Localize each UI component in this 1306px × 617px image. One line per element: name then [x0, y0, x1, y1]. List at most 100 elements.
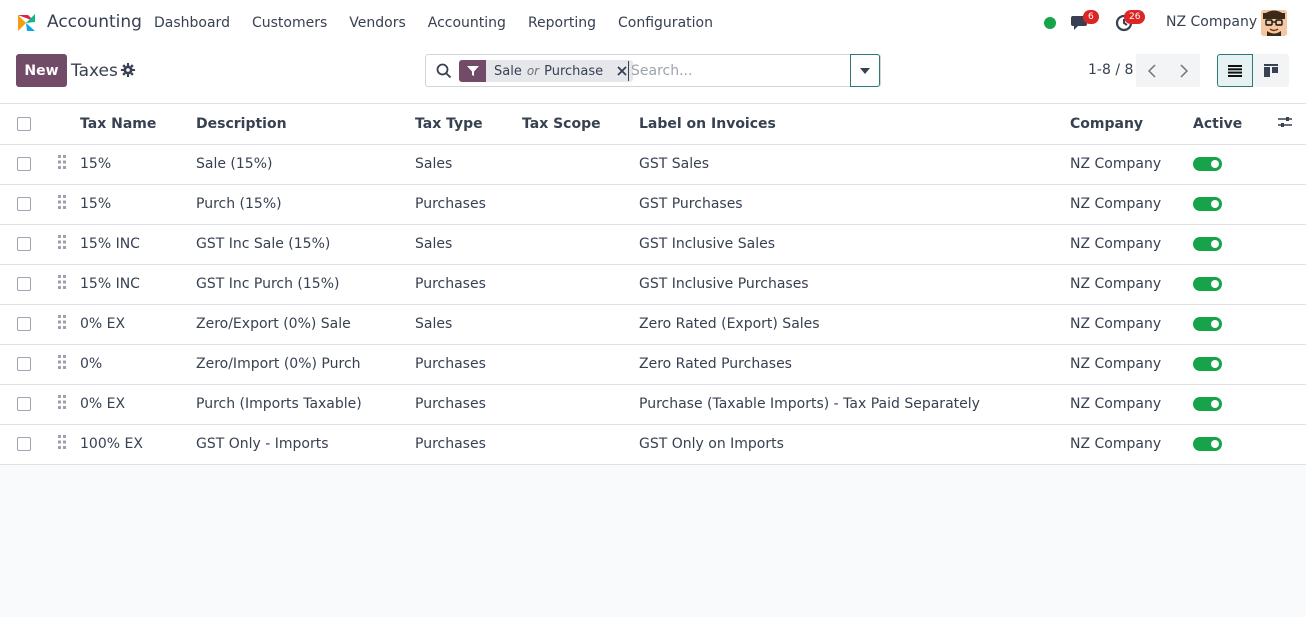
cell-tax-name[interactable]: 15%: [80, 144, 196, 185]
cell-tax-type[interactable]: Purchases: [415, 384, 522, 425]
pager-value[interactable]: 1-8 / 8: [1088, 62, 1133, 78]
cell-company[interactable]: NZ Company: [1070, 344, 1193, 385]
cell-label[interactable]: GST Purchases: [639, 184, 1070, 225]
row-checkbox[interactable]: [17, 197, 31, 211]
search-options-toggle[interactable]: [850, 54, 880, 87]
drag-handle-icon[interactable]: [58, 275, 66, 289]
cell-description[interactable]: Zero/Export (0%) Sale: [196, 304, 415, 345]
active-toggle[interactable]: [1193, 437, 1222, 451]
menu-item-accounting[interactable]: Accounting: [417, 0, 517, 46]
cell-description[interactable]: GST Inc Sale (15%): [196, 224, 415, 265]
cell-tax-scope[interactable]: [522, 224, 639, 265]
cell-description[interactable]: Purch (15%): [196, 184, 415, 225]
menu-item-configuration[interactable]: Configuration: [607, 0, 724, 46]
cell-tax-type[interactable]: Sales: [415, 304, 522, 345]
cell-company[interactable]: NZ Company: [1070, 224, 1193, 265]
drag-handle-icon[interactable]: [58, 315, 66, 329]
header-description[interactable]: Description: [196, 104, 415, 145]
cell-tax-name[interactable]: 15% INC: [80, 224, 196, 265]
table-row[interactable]: 0% EX Purch (Imports Taxable) Purchases Pur…: [0, 384, 1306, 425]
active-toggle[interactable]: [1193, 357, 1222, 371]
active-toggle[interactable]: [1193, 197, 1222, 211]
kanban-view-button[interactable]: [1253, 54, 1289, 87]
select-all-checkbox[interactable]: [17, 116, 31, 131]
header-active[interactable]: Active: [1193, 104, 1278, 145]
cell-label[interactable]: GST Sales: [639, 144, 1070, 185]
cell-tax-name[interactable]: 15% INC: [80, 264, 196, 305]
user-avatar[interactable]: [1261, 10, 1287, 36]
cell-tax-type[interactable]: Purchases: [415, 424, 522, 465]
accounting-logo-icon[interactable]: [16, 12, 37, 33]
header-company[interactable]: Company: [1070, 104, 1193, 145]
cell-tax-name[interactable]: 15%: [80, 184, 196, 225]
sliders-icon[interactable]: [1278, 116, 1292, 128]
header-tax-scope[interactable]: Tax Scope: [522, 104, 639, 145]
cell-tax-scope[interactable]: [522, 344, 639, 385]
table-row[interactable]: 100% EX GST Only - Imports Purchases GST On…: [0, 424, 1306, 465]
menu-item-customers[interactable]: Customers: [241, 0, 338, 46]
drag-handle-icon[interactable]: [58, 435, 66, 449]
table-row[interactable]: 15% Purch (15%) Purchases GST Purchases NZ C…: [0, 184, 1306, 225]
drag-handle-icon[interactable]: [58, 155, 66, 169]
cell-label[interactable]: Zero Rated (Export) Sales: [639, 304, 1070, 345]
cell-tax-scope[interactable]: [522, 144, 639, 185]
row-checkbox[interactable]: [17, 157, 31, 171]
cell-tax-type[interactable]: Purchases: [415, 344, 522, 385]
cell-label[interactable]: GST Only on Imports: [639, 424, 1070, 465]
row-checkbox[interactable]: [17, 357, 31, 371]
active-toggle[interactable]: [1193, 237, 1222, 251]
drag-handle-icon[interactable]: [58, 395, 66, 409]
header-label-on-invoices[interactable]: Label on Invoices: [639, 104, 1070, 145]
header-tax-name[interactable]: Tax Name: [80, 104, 196, 145]
menu-item-reporting[interactable]: Reporting: [517, 0, 607, 46]
active-toggle[interactable]: [1193, 277, 1222, 291]
cell-label[interactable]: GST Inclusive Sales: [639, 224, 1070, 265]
cell-tax-type[interactable]: Purchases: [415, 184, 522, 225]
drag-handle-icon[interactable]: [58, 235, 66, 249]
cell-company[interactable]: NZ Company: [1070, 424, 1193, 465]
cell-company[interactable]: NZ Company: [1070, 304, 1193, 345]
gear-icon[interactable]: [121, 63, 135, 77]
active-toggle[interactable]: [1193, 317, 1222, 331]
cell-company[interactable]: NZ Company: [1070, 144, 1193, 185]
row-checkbox[interactable]: [17, 277, 31, 291]
search-input[interactable]: [628, 61, 848, 81]
cell-tax-scope[interactable]: [522, 304, 639, 345]
cell-tax-scope[interactable]: [522, 424, 639, 465]
drag-handle-icon[interactable]: [58, 355, 66, 369]
active-toggle[interactable]: [1193, 157, 1222, 171]
row-checkbox[interactable]: [17, 397, 31, 411]
row-checkbox[interactable]: [17, 437, 31, 451]
cell-tax-type[interactable]: Purchases: [415, 264, 522, 305]
pager-next-button[interactable]: [1168, 54, 1200, 87]
active-toggle[interactable]: [1193, 397, 1222, 411]
cell-tax-type[interactable]: Sales: [415, 224, 522, 265]
cell-tax-name[interactable]: 0%: [80, 344, 196, 385]
new-button[interactable]: New: [16, 54, 67, 87]
cell-tax-scope[interactable]: [522, 384, 639, 425]
table-row[interactable]: 15% INC GST Inc Purch (15%) Purchases GST I…: [0, 264, 1306, 305]
cell-tax-name[interactable]: 0% EX: [80, 304, 196, 345]
pager-previous-button[interactable]: [1136, 54, 1168, 87]
cell-description[interactable]: Purch (Imports Taxable): [196, 384, 415, 425]
cell-description[interactable]: GST Only - Imports: [196, 424, 415, 465]
cell-description[interactable]: Sale (15%): [196, 144, 415, 185]
drag-handle-icon[interactable]: [58, 195, 66, 209]
cell-company[interactable]: NZ Company: [1070, 264, 1193, 305]
cell-tax-name[interactable]: 0% EX: [80, 384, 196, 425]
row-checkbox[interactable]: [17, 237, 31, 251]
table-row[interactable]: 0% EX Zero/Export (0%) Sale Sales Zero Rate…: [0, 304, 1306, 345]
menu-item-vendors[interactable]: Vendors: [338, 0, 416, 46]
cell-tax-scope[interactable]: [522, 184, 639, 225]
cell-description[interactable]: Zero/Import (0%) Purch: [196, 344, 415, 385]
cell-tax-type[interactable]: Sales: [415, 144, 522, 185]
menu-item-dashboard[interactable]: Dashboard: [143, 0, 241, 46]
row-checkbox[interactable]: [17, 317, 31, 331]
cell-tax-name[interactable]: 100% EX: [80, 424, 196, 465]
cell-tax-scope[interactable]: [522, 264, 639, 305]
cell-label[interactable]: Purchase (Taxable Imports) - Tax Paid Se…: [639, 384, 1070, 425]
cell-company[interactable]: NZ Company: [1070, 384, 1193, 425]
table-row[interactable]: 15% Sale (15%) Sales GST Sales NZ Company: [0, 144, 1306, 185]
table-row[interactable]: 15% INC GST Inc Sale (15%) Sales GST Inclus…: [0, 224, 1306, 265]
cell-label[interactable]: GST Inclusive Purchases: [639, 264, 1070, 305]
